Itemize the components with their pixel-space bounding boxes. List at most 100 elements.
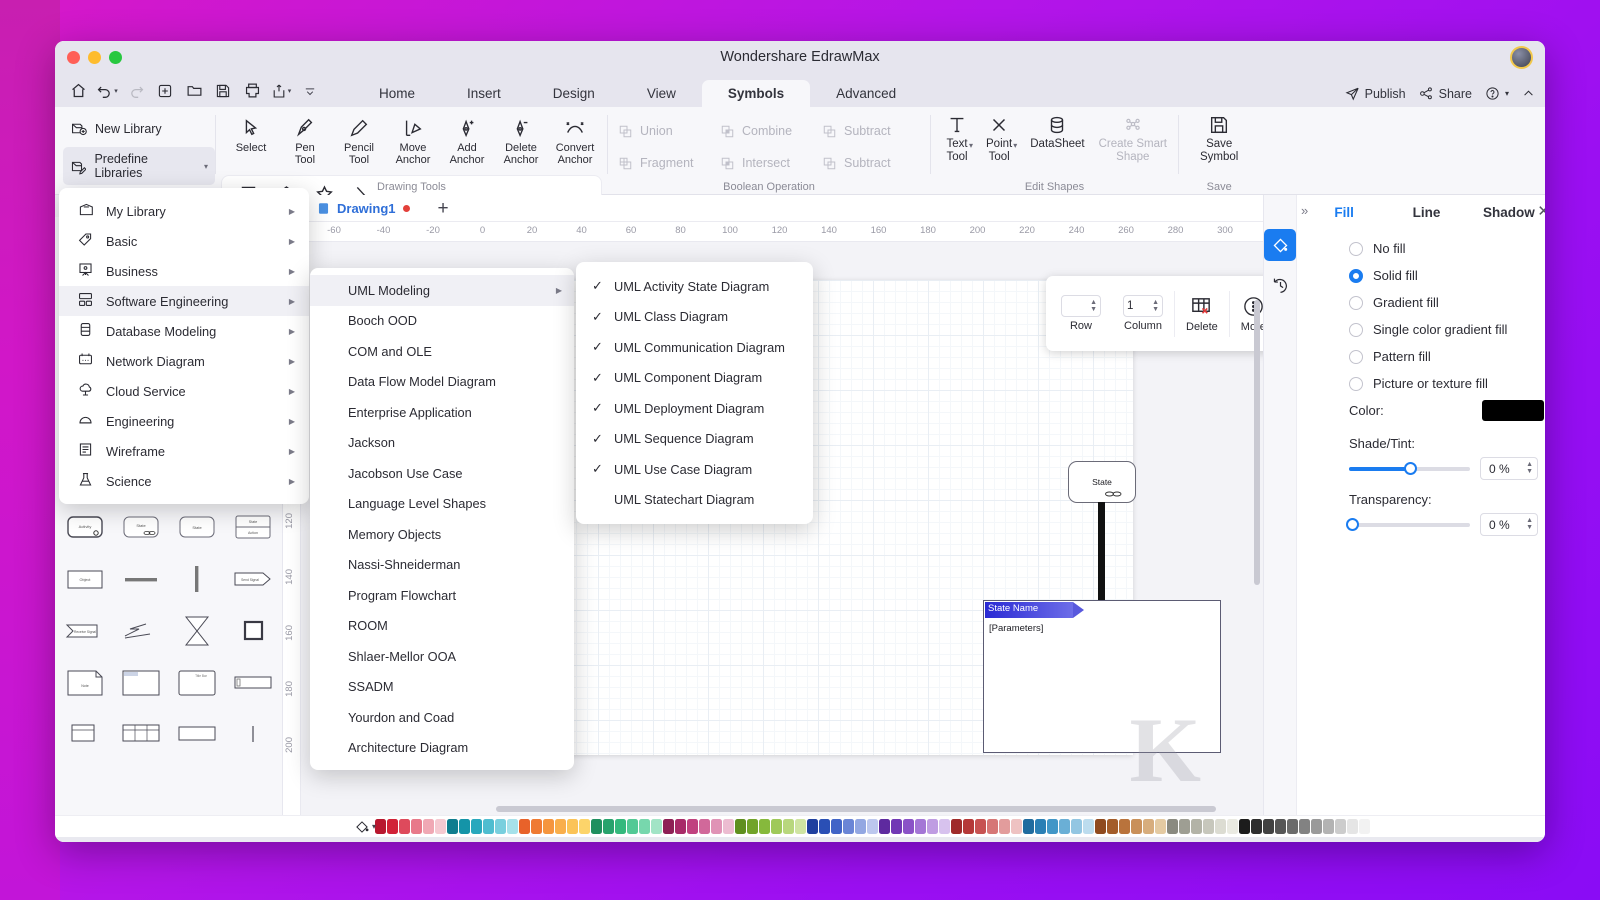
- color-swatch[interactable]: [615, 819, 626, 834]
- color-swatch[interactable]: [879, 819, 890, 834]
- color-swatch[interactable]: [459, 819, 470, 834]
- color-swatch[interactable]: [735, 819, 746, 834]
- tab-view[interactable]: View: [621, 80, 702, 107]
- color-swatch[interactable]: [687, 819, 698, 834]
- pencil-tool[interactable]: Pencil Tool: [332, 114, 386, 169]
- color-swatch[interactable]: [1359, 819, 1370, 834]
- shade-tint-slider-knob[interactable]: [1403, 461, 1417, 475]
- shape-state-action[interactable]: State Action: [225, 505, 281, 549]
- color-swatch[interactable]: [699, 819, 710, 834]
- delete-anchor-tool[interactable]: Delete Anchor: [494, 114, 548, 169]
- maximize-button[interactable]: [109, 51, 122, 64]
- open-icon[interactable]: [181, 79, 207, 102]
- color-swatch[interactable]: [843, 819, 854, 834]
- color-swatch[interactable]: [1095, 819, 1106, 834]
- color-swatch[interactable]: [495, 819, 506, 834]
- color-swatch[interactable]: [627, 819, 638, 834]
- delete-table-button[interactable]: Delete: [1175, 295, 1229, 333]
- option-single-color-gradient-fill[interactable]: Single color gradient fill: [1349, 322, 1545, 337]
- color-swatch[interactable]: [579, 819, 590, 834]
- shape-menu-panel[interactable]: [57, 713, 113, 757]
- canvas-shape-state[interactable]: State: [1068, 461, 1136, 503]
- color-swatch[interactable]: [543, 819, 554, 834]
- color-swatch[interactable]: [1371, 819, 1382, 834]
- document-tab-drawing1[interactable]: Drawing1: [301, 195, 426, 222]
- point-tool-caret-icon[interactable]: ▾: [1013, 141, 1017, 150]
- color-swatch[interactable]: [1035, 819, 1046, 834]
- color-swatch[interactable]: [651, 819, 662, 834]
- save-symbol-button[interactable]: Save Symbol: [1193, 114, 1245, 164]
- color-swatch[interactable]: [927, 819, 938, 834]
- color-swatch[interactable]: [1179, 819, 1190, 834]
- color-swatch[interactable]: [1167, 819, 1178, 834]
- library-menu-item-database-modeling[interactable]: Database Modeling ▶: [59, 316, 309, 346]
- shape-state[interactable]: State: [113, 505, 169, 549]
- color-swatch[interactable]: [807, 819, 818, 834]
- select-tool[interactable]: Select: [224, 114, 278, 169]
- color-swatch[interactable]: [519, 819, 530, 834]
- minimize-button[interactable]: [88, 51, 101, 64]
- color-swatch[interactable]: [1335, 819, 1346, 834]
- color-swatch[interactable]: [1011, 819, 1022, 834]
- color-swatch[interactable]: [1275, 819, 1286, 834]
- color-swatch[interactable]: [723, 819, 734, 834]
- new-library-button[interactable]: New Library: [63, 115, 215, 142]
- color-swatch[interactable]: [567, 819, 578, 834]
- color-swatch[interactable]: [747, 819, 758, 834]
- transparency-slider[interactable]: [1346, 517, 1470, 531]
- add-anchor-tool[interactable]: Add Anchor: [440, 114, 494, 169]
- color-swatch[interactable]: [471, 819, 482, 834]
- subtract2-button[interactable]: Subtract: [822, 147, 924, 179]
- tab-fill[interactable]: Fill: [1303, 205, 1385, 220]
- color-swatch[interactable]: [423, 819, 434, 834]
- text-tool-caret-icon[interactable]: ▾: [969, 141, 973, 150]
- submenu3-item-uml-communication-diagram[interactable]: ✓ UML Communication Diagram: [576, 332, 813, 363]
- help-icon[interactable]: ▾: [1485, 86, 1509, 101]
- color-swatch[interactable]: [447, 819, 458, 834]
- submenu2-item-enterprise-application[interactable]: Enterprise Application: [310, 397, 574, 428]
- option-gradient-fill[interactable]: Gradient fill: [1349, 295, 1545, 310]
- color-swatch[interactable]: [1107, 819, 1118, 834]
- color-swatch[interactable]: [411, 819, 422, 834]
- color-swatch[interactable]: [1131, 819, 1142, 834]
- expand-panel-icon[interactable]: »: [1301, 203, 1308, 218]
- color-swatch[interactable]: [1155, 819, 1166, 834]
- library-menu-item-network-diagram[interactable]: Network Diagram ▶: [59, 346, 309, 376]
- shape-split-panel[interactable]: [113, 713, 169, 757]
- fill-bucket-icon[interactable]: [1264, 229, 1296, 261]
- submenu3-item-uml-component-diagram[interactable]: ✓ UML Component Diagram: [576, 363, 813, 394]
- color-swatch[interactable]: [1347, 819, 1358, 834]
- submenu2-item-ssadm[interactable]: SSADM: [310, 672, 574, 703]
- canvas-horizontal-scrollbar[interactable]: [496, 806, 1216, 812]
- color-swatch[interactable]: [903, 819, 914, 834]
- text-tool[interactable]: Text Tool: [939, 114, 975, 164]
- point-tool[interactable]: Point Tool: [979, 114, 1019, 164]
- color-swatch[interactable]: [1311, 819, 1322, 834]
- shape-zigzag-arrow[interactable]: [113, 609, 169, 653]
- fragment-button[interactable]: Fragment: [618, 147, 720, 179]
- option-pattern-fill[interactable]: Pattern fill: [1349, 349, 1545, 364]
- color-swatch[interactable]: [759, 819, 770, 834]
- shape-send-signal[interactable]: Send Signal: [225, 557, 281, 601]
- color-swatch[interactable]: [1239, 819, 1250, 834]
- transparency-value[interactable]: 0 % ▲ ▼: [1480, 513, 1538, 536]
- submenu3-item-uml-deployment-diagram[interactable]: ✓ UML Deployment Diagram: [576, 393, 813, 424]
- color-swatch[interactable]: [1263, 819, 1274, 834]
- library-menu-item-engineering[interactable]: Engineering ▶: [59, 406, 309, 436]
- avatar[interactable]: [1510, 46, 1533, 69]
- submenu3-item-uml-class-diagram[interactable]: ✓ UML Class Diagram: [576, 302, 813, 333]
- submenu2-item-jacobson-use-case[interactable]: Jacobson Use Case: [310, 458, 574, 489]
- color-swatch[interactable]: [483, 819, 494, 834]
- chevron-down-icon[interactable]: ▾: [372, 822, 376, 831]
- color-swatch[interactable]: [711, 819, 722, 834]
- shape-titled-box[interactable]: Title Bar: [169, 661, 225, 705]
- save-icon[interactable]: [210, 79, 236, 102]
- color-swatch[interactable]: [999, 819, 1010, 834]
- predefine-libraries-button[interactable]: Predefine Libraries ▾: [63, 147, 215, 185]
- tab-home[interactable]: Home: [353, 80, 441, 107]
- color-swatch[interactable]: [555, 819, 566, 834]
- tab-advanced[interactable]: Advanced: [810, 80, 922, 107]
- union-button[interactable]: Union: [618, 115, 720, 147]
- new-icon[interactable]: [152, 79, 178, 102]
- shape-note[interactable]: Note: [57, 661, 113, 705]
